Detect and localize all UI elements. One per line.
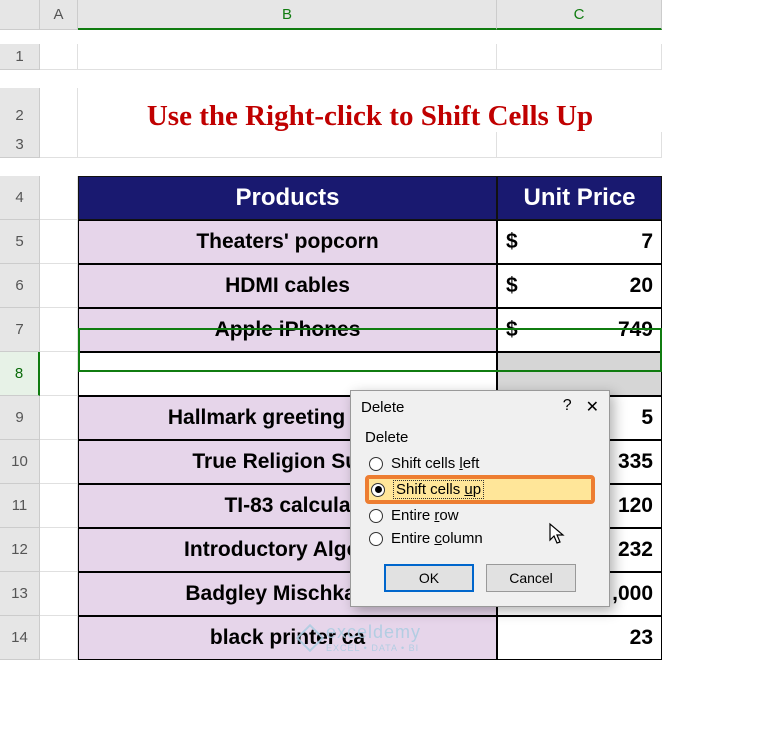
cell-a4[interactable] — [40, 176, 78, 220]
header-unit-price[interactable]: Unit Price — [497, 176, 662, 220]
row-header-14[interactable]: 14 — [0, 616, 40, 660]
row-header-6[interactable]: 6 — [0, 264, 40, 308]
col-header-a[interactable]: A — [40, 0, 78, 30]
row-header-12[interactable]: 12 — [0, 528, 40, 572]
cell-a13[interactable] — [40, 572, 78, 616]
price-value: 120 — [618, 494, 653, 518]
price-value: ,000 — [612, 582, 653, 606]
option-label: Entire column — [391, 530, 483, 547]
row-header-8[interactable]: 8 — [0, 352, 40, 396]
price-value: 23 — [630, 626, 653, 650]
row-header-3[interactable]: 3 — [0, 132, 40, 158]
close-icon[interactable]: ✕ — [586, 397, 599, 417]
col-header-b[interactable]: B — [78, 0, 497, 30]
price-value: 335 — [618, 450, 653, 474]
option-label: Shift cells up — [393, 480, 484, 499]
cell-a6[interactable] — [40, 264, 78, 308]
price-cell[interactable]: $749 — [497, 308, 662, 352]
cell-a11[interactable] — [40, 484, 78, 528]
product-cell[interactable]: black printer ca — [78, 616, 497, 660]
radio-icon — [369, 457, 383, 471]
product-cell[interactable]: Theaters' popcorn — [78, 220, 497, 264]
watermark-brand: exceldemy — [326, 622, 421, 642]
row-header-13[interactable]: 13 — [0, 572, 40, 616]
product-cell[interactable]: Apple iPhones — [78, 308, 497, 352]
help-icon[interactable]: ? — [563, 397, 572, 417]
watermark: exceldemy EXCEL • DATA • BI — [300, 622, 421, 653]
row-header-5[interactable]: 5 — [0, 220, 40, 264]
product-cell[interactable]: HDMI cables — [78, 264, 497, 308]
cell-a10[interactable] — [40, 440, 78, 484]
cell-a7[interactable] — [40, 308, 78, 352]
radio-icon — [369, 509, 383, 523]
currency-symbol: $ — [506, 274, 518, 298]
row-header-9[interactable]: 9 — [0, 396, 40, 440]
cell-a1[interactable] — [40, 44, 78, 70]
row-header-7[interactable]: 7 — [0, 308, 40, 352]
price-value: 5 — [641, 406, 653, 430]
cell-a5[interactable] — [40, 220, 78, 264]
row-header-1[interactable]: 1 — [0, 44, 40, 70]
cancel-button[interactable]: Cancel — [486, 564, 576, 592]
watermark-icon — [296, 623, 324, 651]
price-value: 232 — [618, 538, 653, 562]
cell-a8[interactable] — [40, 352, 78, 396]
currency-symbol: $ — [506, 230, 518, 254]
header-products[interactable]: Products — [78, 176, 497, 220]
radio-icon — [371, 483, 385, 497]
row-header-4[interactable]: 4 — [0, 176, 40, 220]
option-shift-left[interactable]: Shift cells left — [365, 452, 595, 475]
price-value: 749 — [618, 318, 653, 342]
page-title: Use the Right-click to Shift Cells Up — [147, 100, 593, 133]
price-cell[interactable]: $7 — [497, 220, 662, 264]
option-label: Entire row — [391, 507, 459, 524]
delete-dialog: Delete ? ✕ Delete Shift cells left Shift… — [350, 390, 610, 607]
cell-a14[interactable] — [40, 616, 78, 660]
watermark-tagline: EXCEL • DATA • BI — [326, 643, 421, 653]
dialog-group-label: Delete — [365, 429, 595, 446]
price-cell[interactable]: 23 — [497, 616, 662, 660]
price-value: 20 — [630, 274, 653, 298]
radio-icon — [369, 532, 383, 546]
cursor-icon — [548, 522, 568, 552]
row-header-10[interactable]: 10 — [0, 440, 40, 484]
option-label: Shift cells left — [391, 455, 479, 472]
col-header-c[interactable]: C — [497, 0, 662, 30]
cell-b1[interactable] — [78, 44, 497, 70]
currency-symbol: $ — [506, 318, 518, 342]
cell-a12[interactable] — [40, 528, 78, 572]
select-all-corner[interactable] — [0, 0, 40, 30]
dialog-title: Delete — [361, 399, 404, 416]
row-header-11[interactable]: 11 — [0, 484, 40, 528]
cell-b3[interactable] — [78, 132, 497, 158]
ok-button[interactable]: OK — [384, 564, 474, 592]
price-value: 7 — [641, 230, 653, 254]
cell-a3[interactable] — [40, 132, 78, 158]
option-shift-up[interactable]: Shift cells up — [365, 475, 595, 504]
cell-c1[interactable] — [497, 44, 662, 70]
price-cell[interactable]: $20 — [497, 264, 662, 308]
cell-c3[interactable] — [497, 132, 662, 158]
cell-a9[interactable] — [40, 396, 78, 440]
dialog-titlebar[interactable]: Delete ? ✕ — [351, 391, 609, 423]
